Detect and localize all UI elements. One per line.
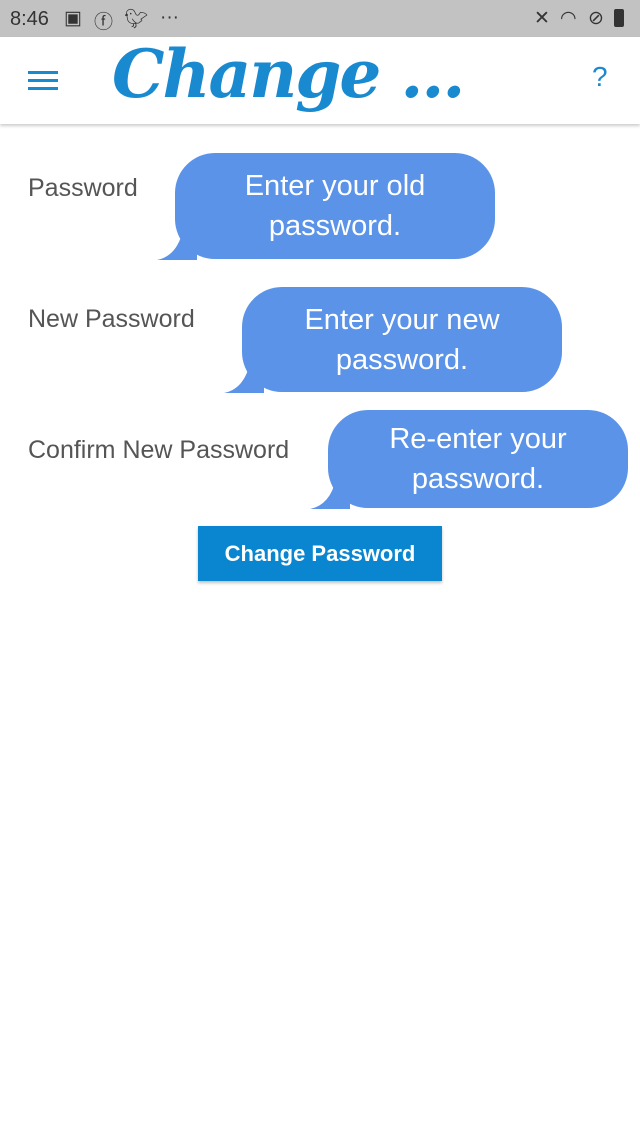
image-icon: ▣ — [64, 8, 82, 29]
app-header: Change ... ? — [0, 35, 640, 124]
password-hint: Enter your old password. — [244, 170, 426, 242]
facebook-icon: ⓕ — [94, 12, 114, 33]
bubble-tail-icon — [310, 479, 350, 509]
confirm-password-hint-bubble[interactable]: Re-enter your password. — [310, 410, 628, 509]
battery-icon — [614, 9, 624, 27]
page-title: Change ... — [112, 35, 465, 113]
mute-icon: ✕ — [534, 8, 550, 29]
hamburger-menu-icon[interactable] — [28, 71, 58, 91]
bubble-tail-icon — [157, 230, 197, 260]
password-label: Password — [28, 174, 138, 202]
more-icon: ··· — [160, 7, 179, 28]
confirm-password-label: Confirm New Password — [28, 436, 290, 464]
new-password-hint-bubble[interactable]: Enter your new password. — [224, 287, 562, 393]
twitter-icon: 🐦︎ — [124, 9, 149, 30]
confirm-password-hint: Re-enter your password. — [389, 423, 567, 495]
password-hint-bubble[interactable]: Enter your old password. — [157, 153, 495, 260]
help-icon[interactable]: ? — [592, 61, 608, 93]
new-password-label: New Password — [28, 305, 195, 333]
bubble-tail-icon — [224, 363, 264, 393]
status-bar: 8:46 ▣ ⓕ 🐦︎ ··· ✕ ◠ ⊘ — [0, 0, 640, 37]
wifi-icon: ◠ — [560, 8, 577, 29]
new-password-hint: Enter your new password. — [304, 303, 500, 376]
change-password-button[interactable]: Change Password — [198, 526, 442, 581]
clock: 8:46 — [10, 8, 49, 30]
block-icon: ⊘ — [588, 8, 604, 29]
